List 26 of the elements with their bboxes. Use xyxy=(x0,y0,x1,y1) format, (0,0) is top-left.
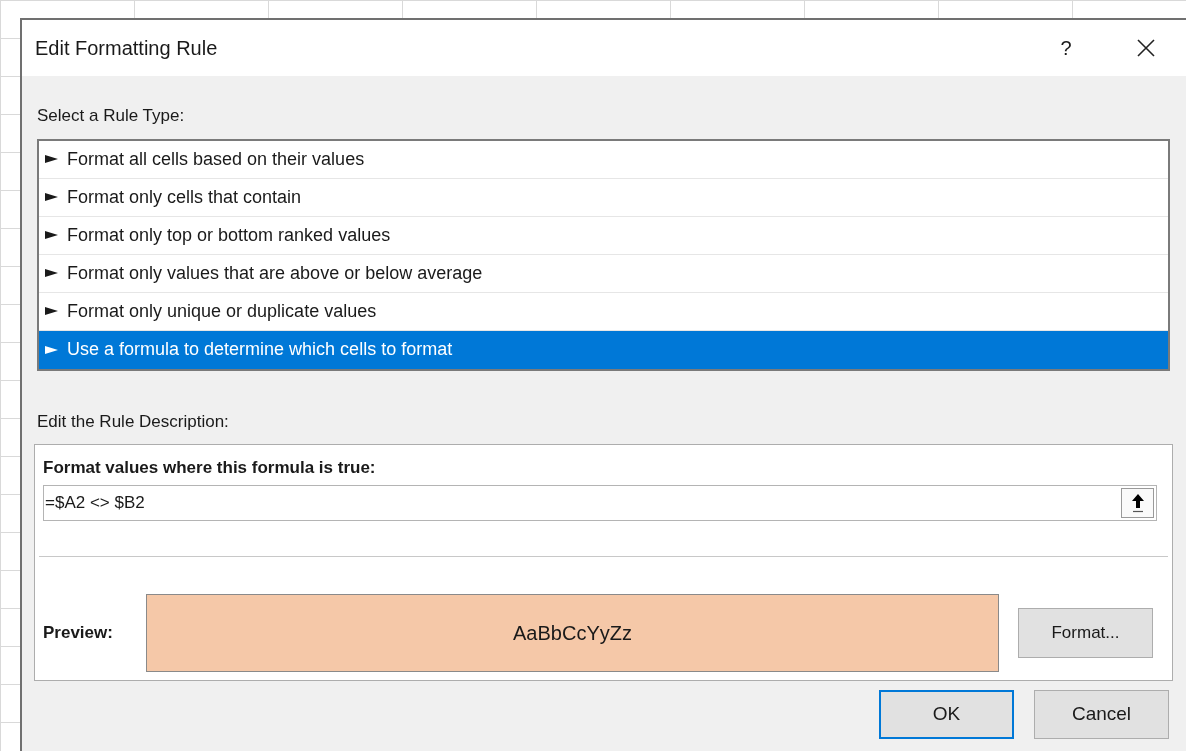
triangle-icon xyxy=(45,192,58,202)
help-button[interactable]: ? xyxy=(1046,28,1086,68)
rule-type-item[interactable]: Format all cells based on their values xyxy=(39,140,1168,179)
formula-field[interactable]: =$A2 <> $B2 xyxy=(43,484,1157,521)
rule-type-item[interactable]: Use a formula to determine which cells to format xyxy=(39,330,1168,369)
up-arrow-icon xyxy=(1130,492,1145,513)
formula-label: Format values where this formula is true: xyxy=(43,457,377,479)
format-button[interactable]: Format... xyxy=(1018,607,1153,658)
rule-description-label: Edit the Rule Description: xyxy=(37,410,230,433)
close-icon xyxy=(1137,39,1155,57)
triangle-icon xyxy=(45,154,58,164)
triangle-icon xyxy=(45,268,58,278)
dialog-button[interactable]: Cancel xyxy=(1034,690,1169,739)
rule-type-item[interactable]: Format only values that are above or below average xyxy=(39,254,1168,293)
range-select-button[interactable] xyxy=(1121,487,1154,518)
rule-type-label: Select a Rule Type: xyxy=(37,105,186,127)
preview-label: Preview: xyxy=(43,621,114,644)
preview-text: AaBbCcYyZz xyxy=(513,620,632,646)
dialog-button[interactable]: OK xyxy=(879,690,1014,739)
triangle-icon xyxy=(45,344,58,355)
rule-type-item[interactable]: Format only top or bottom ranked values xyxy=(39,216,1168,255)
window-title: Edit Formatting Rule xyxy=(35,36,219,61)
rule-type-item[interactable]: Format only cells that contain xyxy=(39,178,1168,217)
triangle-icon xyxy=(45,230,58,240)
rule-type-item[interactable]: Format only unique or duplicate values xyxy=(39,292,1168,331)
triangle-icon xyxy=(45,306,58,316)
